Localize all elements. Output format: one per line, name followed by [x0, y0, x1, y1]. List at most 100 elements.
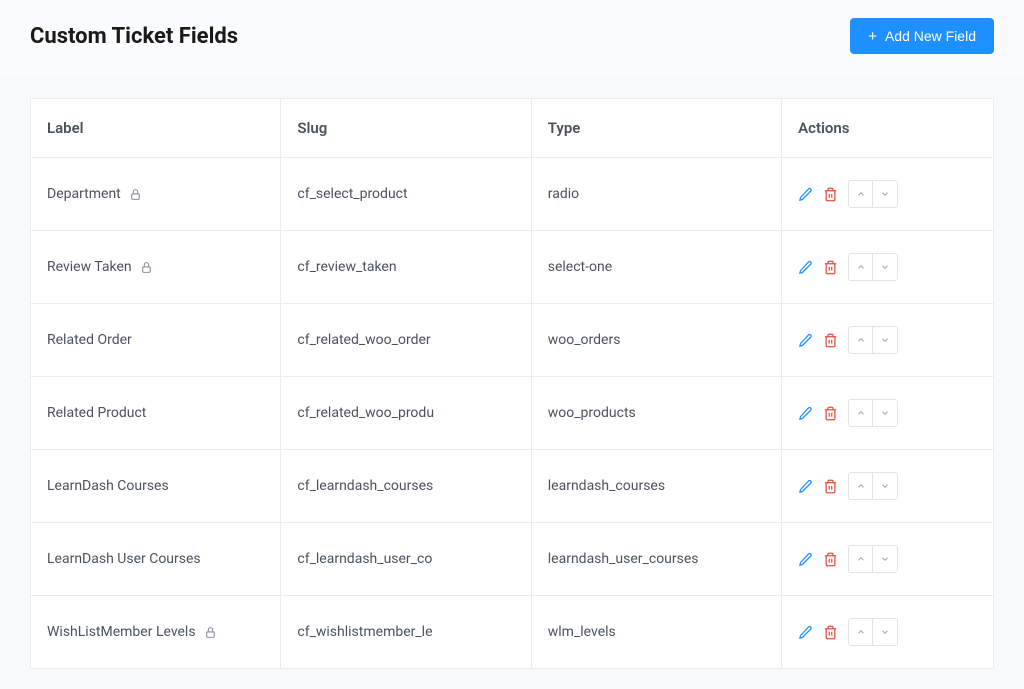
trash-icon	[823, 552, 838, 567]
delete-button[interactable]	[823, 479, 838, 494]
label-text: WishListMember Levels	[47, 624, 196, 640]
cell-label: Related Product	[31, 377, 281, 450]
move-up-button[interactable]	[849, 619, 873, 645]
add-button-label: Add New Field	[885, 28, 976, 44]
pencil-icon	[798, 552, 813, 567]
column-header-actions: Actions	[782, 99, 994, 158]
label-wrapper: LearnDash Courses	[47, 478, 264, 494]
cell-actions	[782, 377, 994, 450]
actions-wrapper	[798, 253, 977, 281]
chevron-down-icon	[880, 554, 890, 564]
pencil-icon	[798, 406, 813, 421]
edit-button[interactable]	[798, 406, 813, 421]
cell-actions	[782, 231, 994, 304]
cell-label: LearnDash Courses	[31, 450, 281, 523]
pencil-icon	[798, 625, 813, 640]
delete-button[interactable]	[823, 333, 838, 348]
reorder-buttons	[848, 180, 898, 208]
add-new-field-button[interactable]: + Add New Field	[850, 18, 994, 54]
actions-wrapper	[798, 618, 977, 646]
cell-type: learndash_courses	[531, 450, 781, 523]
cell-label: WishListMember Levels	[31, 596, 281, 669]
chevron-down-icon	[880, 262, 890, 272]
edit-button[interactable]	[798, 552, 813, 567]
table-row: Related Productcf_related_woo_produwoo_p…	[31, 377, 994, 450]
move-up-button[interactable]	[849, 254, 873, 280]
cell-actions	[782, 158, 994, 231]
move-down-button[interactable]	[873, 473, 897, 499]
pencil-icon	[798, 260, 813, 275]
move-down-button[interactable]	[873, 546, 897, 572]
move-up-button[interactable]	[849, 181, 873, 207]
column-header-type: Type	[531, 99, 781, 158]
cell-type: woo_orders	[531, 304, 781, 377]
label-wrapper: Related Order	[47, 332, 264, 348]
cell-actions	[782, 304, 994, 377]
chevron-down-icon	[880, 408, 890, 418]
chevron-up-icon	[856, 408, 866, 418]
move-up-button[interactable]	[849, 473, 873, 499]
cell-actions	[782, 523, 994, 596]
reorder-buttons	[848, 326, 898, 354]
lock-icon	[129, 188, 142, 201]
move-down-button[interactable]	[873, 327, 897, 353]
trash-icon	[823, 187, 838, 202]
edit-button[interactable]	[798, 479, 813, 494]
lock-icon	[140, 261, 153, 274]
cell-label: Department	[31, 158, 281, 231]
edit-button[interactable]	[798, 187, 813, 202]
table-row: LearnDash Courses cf_learndash_courseslea…	[31, 450, 994, 523]
chevron-up-icon	[856, 481, 866, 491]
delete-button[interactable]	[823, 187, 838, 202]
label-text: LearnDash Courses	[47, 478, 169, 494]
pencil-icon	[798, 187, 813, 202]
pencil-icon	[798, 479, 813, 494]
move-down-button[interactable]	[873, 181, 897, 207]
custom-fields-table: Label Slug Type Actions Departmentcf_sel…	[30, 98, 994, 669]
content-area: Label Slug Type Actions Departmentcf_sel…	[0, 78, 1024, 689]
label-wrapper: WishListMember Levels	[47, 624, 264, 640]
actions-wrapper	[798, 472, 977, 500]
chevron-down-icon	[880, 335, 890, 345]
trash-icon	[823, 625, 838, 640]
chevron-down-icon	[880, 189, 890, 199]
actions-wrapper	[798, 545, 977, 573]
delete-button[interactable]	[823, 260, 838, 275]
cell-slug: cf_review_taken	[281, 231, 531, 304]
move-up-button[interactable]	[849, 400, 873, 426]
move-down-button[interactable]	[873, 619, 897, 645]
chevron-up-icon	[856, 627, 866, 637]
cell-label: LearnDash User Courses	[31, 523, 281, 596]
cell-actions	[782, 596, 994, 669]
cell-type: woo_products	[531, 377, 781, 450]
table-row: Related Ordercf_related_woo_orderwoo_ord…	[31, 304, 994, 377]
cell-type: radio	[531, 158, 781, 231]
edit-button[interactable]	[798, 625, 813, 640]
cell-slug: cf_learndash_user_co	[281, 523, 531, 596]
cell-slug: cf_learndash_courses	[281, 450, 531, 523]
delete-button[interactable]	[823, 625, 838, 640]
actions-wrapper	[798, 326, 977, 354]
chevron-down-icon	[880, 481, 890, 491]
chevron-down-icon	[880, 627, 890, 637]
move-down-button[interactable]	[873, 254, 897, 280]
delete-button[interactable]	[823, 406, 838, 421]
move-up-button[interactable]	[849, 327, 873, 353]
label-wrapper: Related Product	[47, 405, 264, 421]
pencil-icon	[798, 333, 813, 348]
column-header-slug: Slug	[281, 99, 531, 158]
edit-button[interactable]	[798, 333, 813, 348]
cell-label: Review Taken	[31, 231, 281, 304]
cell-slug: cf_wishlistmember_le	[281, 596, 531, 669]
chevron-up-icon	[856, 335, 866, 345]
delete-button[interactable]	[823, 552, 838, 567]
move-down-button[interactable]	[873, 400, 897, 426]
page-container: Custom Ticket Fields + Add New Field Lab…	[0, 0, 1024, 689]
actions-wrapper	[798, 180, 977, 208]
reorder-buttons	[848, 472, 898, 500]
label-wrapper: Review Taken	[47, 259, 264, 275]
table-row: LearnDash User Coursescf_learndash_user_…	[31, 523, 994, 596]
label-text: Related Product	[47, 405, 146, 421]
edit-button[interactable]	[798, 260, 813, 275]
move-up-button[interactable]	[849, 546, 873, 572]
